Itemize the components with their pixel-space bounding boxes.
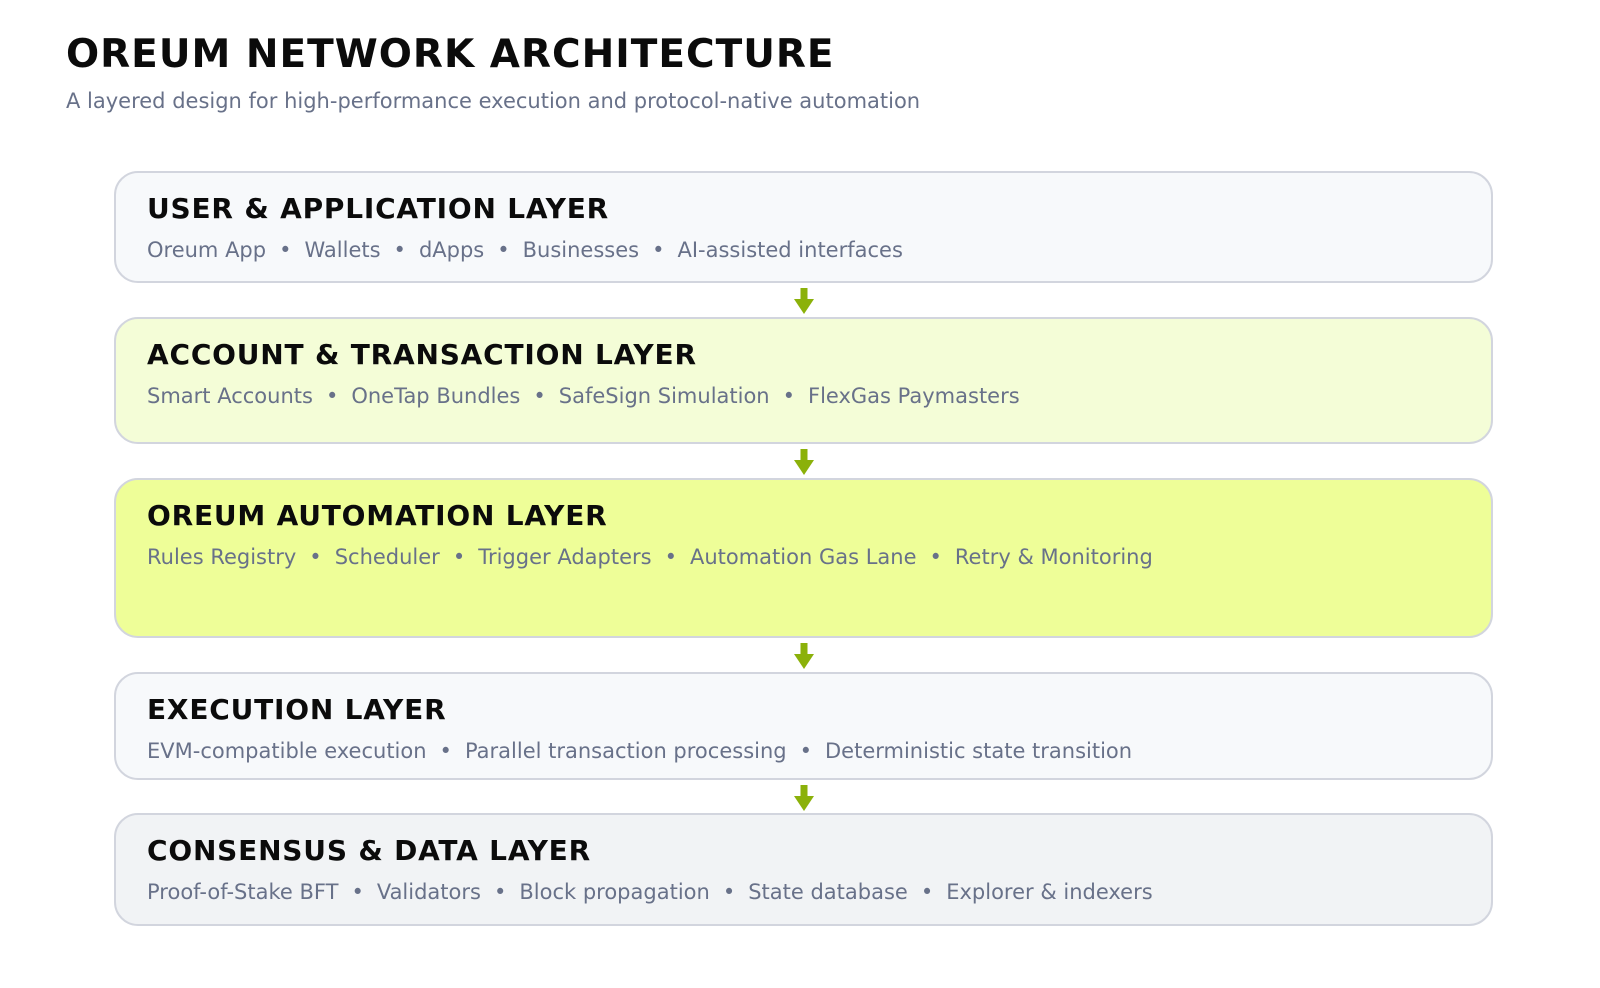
layer-items: Rules Registry • Scheduler • Trigger Adapter… — [147, 542, 1491, 572]
layer-title: ACCOUNT & TRANSACTION LAYER — [147, 338, 697, 371]
layer-account-transaction: ACCOUNT & TRANSACTION LAYER Smart Accoun… — [114, 317, 1493, 444]
bullet-separator: • — [325, 384, 339, 408]
layer-item: Scheduler — [334, 545, 440, 569]
arrow-down-icon — [794, 643, 814, 669]
layer-oreum-automation: OREUM AUTOMATION LAYER Rules Registry • Sc… — [114, 478, 1493, 638]
layer-item: FlexGas Paymasters — [808, 384, 1020, 408]
layer-item: Explorer & indexers — [946, 880, 1153, 904]
layer-item: EVM-compatible execution — [147, 739, 427, 763]
bullet-separator: • — [493, 880, 507, 904]
layer-item: SafeSign Simulation — [558, 384, 770, 408]
layer-item: dApps — [418, 238, 485, 262]
layer-user-application: USER & APPLICATION LAYER Oreum App • Walle… — [114, 171, 1493, 283]
bullet-separator: • — [929, 545, 942, 569]
bullet-separator: • — [722, 880, 736, 904]
bullet-separator: • — [799, 739, 812, 763]
page-title: OREUM NETWORK ARCHITECTURE — [66, 32, 835, 77]
bullet-separator: • — [279, 238, 292, 262]
layer-items: Oreum App • Wallets • dApps • Businesses • AI-as… — [147, 235, 1491, 265]
bullet-separator: • — [782, 384, 796, 408]
page-subtitle: A layered design for high-performance ex… — [66, 89, 921, 113]
layer-item: Retry & Monitoring — [954, 545, 1153, 569]
bullet-separator: • — [351, 880, 364, 904]
bullet-separator: • — [920, 880, 934, 904]
layer-consensus-data: CONSENSUS & DATA LAYER Proof-of-Stake BF… — [114, 813, 1493, 926]
layer-item: Smart Accounts — [147, 384, 313, 408]
bullet-separator: • — [393, 238, 406, 262]
layer-item: AI-assisted interfaces — [677, 238, 903, 262]
layer-items: Smart Accounts • OneTap Bundles • SafeSign S… — [147, 381, 1491, 411]
layer-item: Oreum App — [147, 238, 267, 262]
layer-item: Businesses — [522, 238, 640, 262]
layer-title: OREUM AUTOMATION LAYER — [147, 499, 608, 532]
layer-item: Wallets — [304, 238, 381, 262]
bullet-separator: • — [664, 545, 677, 569]
bullet-separator: • — [652, 238, 665, 262]
layer-item: Block propagation — [519, 880, 710, 904]
layer-item: Trigger Adapters — [478, 545, 652, 569]
layer-item: State database — [748, 880, 908, 904]
bullet-separator: • — [309, 545, 322, 569]
layer-title: USER & APPLICATION LAYER — [147, 192, 610, 225]
layer-item: Rules Registry — [147, 545, 297, 569]
arrow-down-icon — [794, 449, 814, 475]
arrow-down-icon — [794, 288, 814, 314]
layer-item: OneTap Bundles — [351, 384, 521, 408]
arrow-down-icon — [794, 785, 814, 811]
bullet-separator: • — [533, 384, 546, 408]
bullet-separator: • — [452, 545, 466, 569]
layer-item: Proof-of-Stake BFT — [147, 880, 339, 904]
bullet-separator: • — [439, 739, 452, 763]
architecture-diagram: OREUM NETWORK ARCHITECTURE A layered des… — [0, 0, 1600, 988]
layer-items: EVM-compatible execution • Parallel transa… — [147, 736, 1491, 766]
layer-title: CONSENSUS & DATA LAYER — [147, 834, 591, 867]
layer-item: Parallel transaction processing — [464, 739, 787, 763]
layer-items: Proof-of-Stake BFT • Validators • Block prop… — [147, 877, 1491, 907]
layer-item: Deterministic state transition — [825, 739, 1133, 763]
layer-execution: EXECUTION LAYER EVM-compatible execution… — [114, 672, 1493, 780]
bullet-separator: • — [497, 238, 510, 262]
layer-item: Automation Gas Lane — [689, 545, 917, 569]
layer-title: EXECUTION LAYER — [147, 693, 447, 726]
layer-item: Validators — [376, 880, 481, 904]
